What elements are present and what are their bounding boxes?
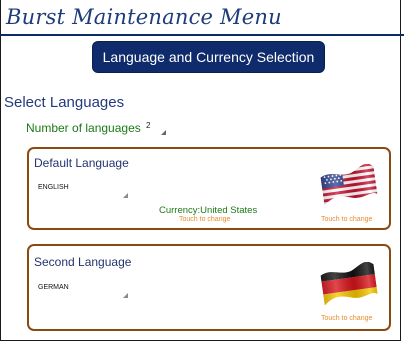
spinner-arrow-icon bbox=[123, 193, 128, 198]
german-flag-icon[interactable] bbox=[318, 262, 378, 306]
number-of-languages-value: 2 bbox=[146, 121, 151, 130]
default-language-value: ENGLISH bbox=[38, 184, 69, 191]
second-language-spinner[interactable]: GERMAN bbox=[38, 284, 130, 298]
default-language-spinner[interactable]: ENGLISH bbox=[38, 184, 130, 198]
number-of-languages-label: Number of languages bbox=[26, 121, 141, 135]
app-title: Burst Maintenance Menu bbox=[6, 5, 282, 29]
flag-touch-hint[interactable]: Touch to change bbox=[321, 315, 372, 322]
default-language-panel: Default Language ENGLISH Currency:United… bbox=[27, 147, 391, 230]
second-language-title: Second Language bbox=[34, 255, 132, 269]
title-bar: Burst Maintenance Menu bbox=[0, 0, 404, 36]
second-language-value: GERMAN bbox=[38, 284, 69, 291]
currency-label[interactable]: Currency:United States bbox=[159, 205, 257, 216]
currency-touch-hint[interactable]: Touch to change bbox=[179, 216, 230, 223]
spinner-arrow-icon bbox=[161, 130, 166, 135]
spinner-arrow-icon bbox=[123, 293, 128, 298]
second-language-panel: Second Language GERMAN Touch to change bbox=[27, 244, 391, 331]
section-heading: Select Languages bbox=[4, 94, 125, 111]
us-flag-icon[interactable] bbox=[318, 164, 378, 208]
number-of-languages-spinner[interactable]: 2 bbox=[146, 121, 168, 135]
default-language-title: Default Language bbox=[34, 156, 129, 170]
flag-touch-hint[interactable]: Touch to change bbox=[321, 216, 372, 223]
language-currency-selection-button[interactable]: Language and Currency Selection bbox=[93, 42, 324, 72]
